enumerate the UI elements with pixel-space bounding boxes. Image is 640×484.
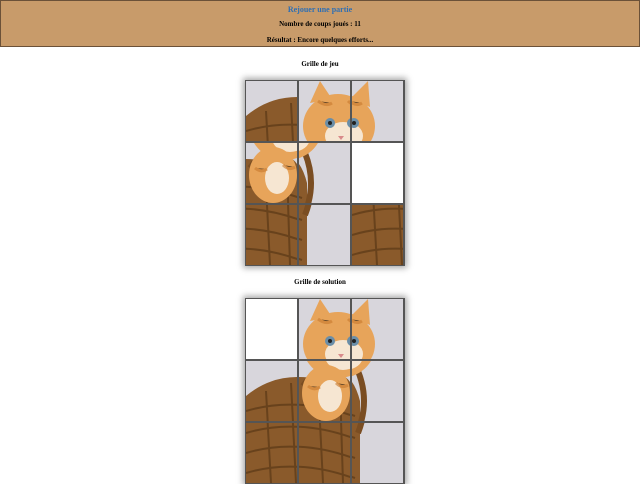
solution-tile	[299, 361, 350, 421]
kitten-picture-piece	[352, 205, 403, 265]
solution-tile	[246, 361, 297, 421]
kitten-picture-piece	[246, 143, 297, 203]
solution-tile	[246, 423, 297, 483]
game-tile[interactable]	[352, 205, 403, 265]
solution-tile	[299, 423, 350, 483]
solution-grid	[245, 298, 405, 484]
replay-link[interactable]: Rejouer une partie	[1, 5, 639, 14]
kitten-picture-piece	[352, 423, 403, 483]
solution-tile	[299, 299, 350, 359]
kitten-picture-piece	[299, 423, 350, 483]
game-empty-tile[interactable]	[352, 143, 403, 203]
kitten-picture-piece	[299, 361, 350, 421]
solution-empty-tile	[246, 299, 297, 359]
game-tile[interactable]	[299, 143, 350, 203]
kitten-picture-piece	[352, 299, 403, 359]
kitten-picture-piece	[299, 143, 350, 203]
game-tile[interactable]	[246, 81, 297, 141]
kitten-picture-piece	[352, 81, 403, 141]
game-grid	[245, 80, 405, 266]
game-tile[interactable]	[299, 205, 350, 265]
game-tile[interactable]	[352, 81, 403, 141]
kitten-picture-piece	[299, 81, 350, 141]
game-status-panel: Rejouer une partie Nombre de coups joués…	[0, 0, 640, 47]
kitten-picture-piece	[352, 361, 403, 421]
solution-tile	[352, 299, 403, 359]
kitten-picture-piece	[299, 205, 350, 265]
kitten-picture-piece	[246, 81, 297, 141]
kitten-picture-piece	[246, 205, 297, 265]
kitten-picture-piece	[246, 423, 297, 483]
game-tile[interactable]	[299, 81, 350, 141]
result-text: Résultat : Encore quelques efforts...	[266, 36, 374, 44]
solution-grid-title: Grille de solution	[294, 278, 346, 286]
solution-tile	[352, 361, 403, 421]
kitten-picture-piece	[246, 361, 297, 421]
game-grid-title: Grille de jeu	[301, 60, 339, 68]
solution-tile	[352, 423, 403, 483]
moves-count-text: Nombre de coups joués : 11	[279, 20, 361, 28]
game-tile[interactable]	[246, 205, 297, 265]
kitten-picture-piece	[299, 299, 350, 359]
game-tile[interactable]	[246, 143, 297, 203]
